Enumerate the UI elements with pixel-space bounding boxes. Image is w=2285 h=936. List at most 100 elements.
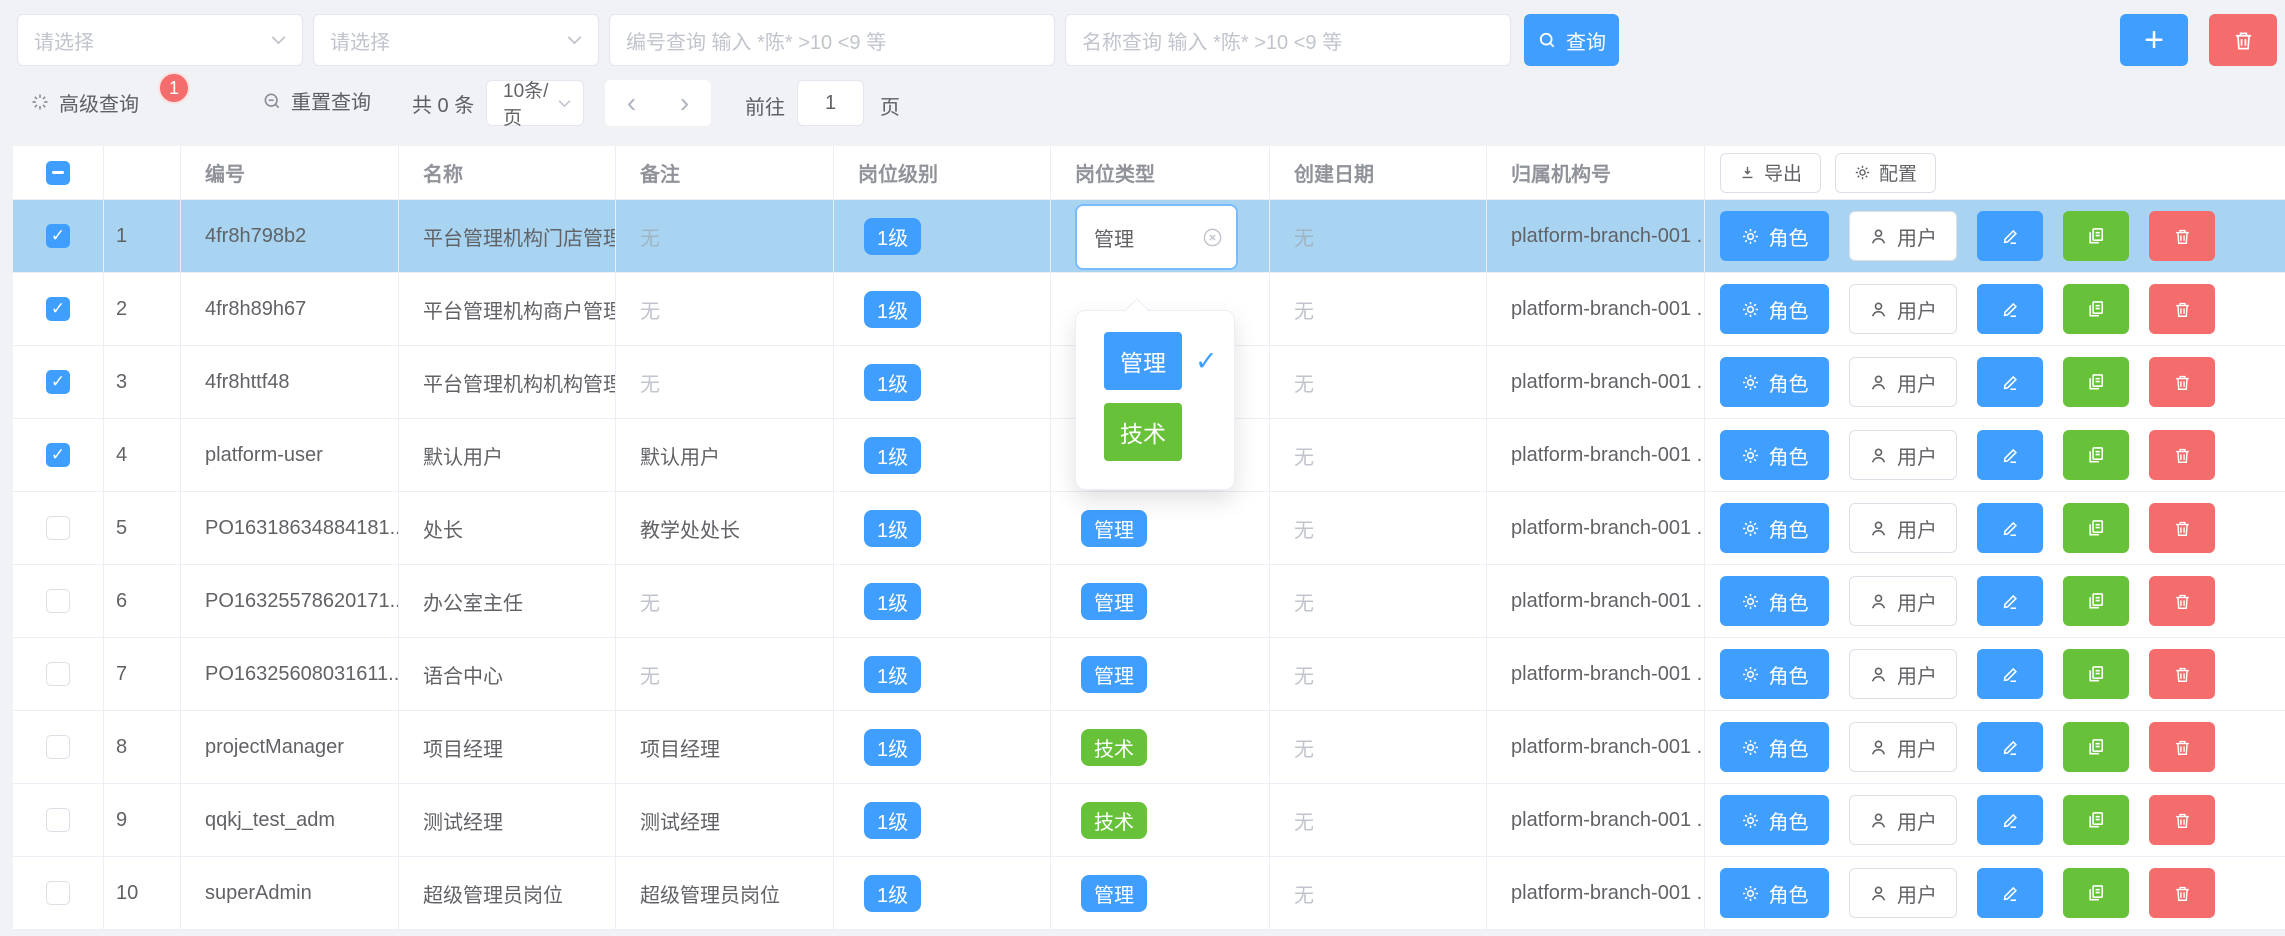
export-button[interactable]: 导出 [1720, 153, 1821, 193]
user-button[interactable]: 用户 [1849, 430, 1957, 480]
row-org: platform-branch-001 ... [1487, 565, 1705, 637]
edit-button[interactable] [1977, 722, 2043, 772]
user-button[interactable]: 用户 [1849, 649, 1957, 699]
user-button[interactable]: 用户 [1849, 357, 1957, 407]
role-button[interactable]: 角色 [1720, 649, 1829, 699]
copy-button[interactable] [2063, 722, 2129, 772]
edit-button[interactable] [1977, 795, 2043, 845]
table-row[interactable]: 10superAdmin超级管理员岗位超级管理员岗位1级管理无platform-… [13, 857, 2285, 930]
level-badge: 1级 [864, 729, 921, 766]
copy-button[interactable] [2063, 795, 2129, 845]
row-org: platform-branch-001 ... [1487, 857, 1705, 929]
delete-selected-button[interactable] [2209, 14, 2277, 66]
delete-button[interactable] [2149, 357, 2215, 407]
delete-button[interactable] [2149, 722, 2215, 772]
copy-button[interactable] [2063, 576, 2129, 626]
copy-button[interactable] [2063, 284, 2129, 334]
goto-page-input[interactable]: 1 [797, 80, 864, 126]
delete-button[interactable] [2149, 430, 2215, 480]
role-button[interactable]: 角色 [1720, 795, 1829, 845]
row-checkbox[interactable] [46, 516, 70, 540]
table-row[interactable]: 6PO16325578620171...办公室主任无1级管理无platform-… [13, 565, 2285, 638]
table-row[interactable]: 7PO16325608031611...语合中心无1级管理无platform-b… [13, 638, 2285, 711]
role-button[interactable]: 角色 [1720, 211, 1829, 261]
table-row[interactable]: 8projectManager项目经理项目经理1级技术无platform-bra… [13, 711, 2285, 784]
filter-select-1[interactable]: 请选择 [17, 14, 303, 66]
row-checkbox[interactable]: ✓ [46, 297, 70, 321]
edit-button[interactable] [1977, 868, 2043, 918]
code-search-input[interactable]: 编号查询 输入 *陈* >10 <9 等 [609, 14, 1055, 66]
edit-button[interactable] [1977, 503, 2043, 553]
row-checkbox[interactable]: ✓ [46, 443, 70, 467]
export-label: 导出 [1764, 159, 1802, 186]
user-button[interactable]: 用户 [1849, 722, 1957, 772]
dropdown-option-manage[interactable]: 管理 ✓ [1076, 332, 1234, 390]
page-size-value: 10条/页 [503, 76, 558, 130]
row-checkbox[interactable] [46, 808, 70, 832]
copy-button[interactable] [2063, 357, 2129, 407]
prev-page-button[interactable]: ‹ [619, 89, 644, 117]
row-index: 9 [104, 784, 181, 856]
role-button[interactable]: 角色 [1720, 722, 1829, 772]
row-checkbox[interactable]: ✓ [46, 370, 70, 394]
user-button[interactable]: 用户 [1849, 503, 1957, 553]
row-checkbox-cell [13, 638, 104, 710]
user-button[interactable]: 用户 [1849, 868, 1957, 918]
filter-select-2[interactable]: 请选择 [313, 14, 599, 66]
copy-button[interactable] [2063, 211, 2129, 261]
copy-icon [2086, 810, 2106, 830]
delete-button[interactable] [2149, 649, 2215, 699]
table-row[interactable]: 5PO16318634884181...处长教学处处长1级管理无platform… [13, 492, 2285, 565]
role-button[interactable]: 角色 [1720, 503, 1829, 553]
delete-button[interactable] [2149, 211, 2215, 261]
user-button[interactable]: 用户 [1849, 795, 1957, 845]
copy-button[interactable] [2063, 430, 2129, 480]
role-button[interactable]: 角色 [1720, 868, 1829, 918]
copy-button[interactable] [2063, 649, 2129, 699]
config-button[interactable]: 配置 [1835, 153, 1936, 193]
delete-button[interactable] [2149, 284, 2215, 334]
role-button[interactable]: 角色 [1720, 430, 1829, 480]
row-checkbox[interactable] [46, 735, 70, 759]
search-button[interactable]: 查询 [1524, 14, 1619, 66]
reset-query-button[interactable]: 重置查询 [262, 86, 371, 115]
type-select[interactable]: 管理 [1075, 204, 1238, 270]
copy-button[interactable] [2063, 868, 2129, 918]
advanced-query-button[interactable]: 高级查询 1 [30, 86, 190, 118]
page-size-select[interactable]: 10条/页 [486, 80, 584, 126]
row-checkbox-cell [13, 565, 104, 637]
edit-button[interactable] [1977, 357, 2043, 407]
user-button[interactable]: 用户 [1849, 284, 1957, 334]
table-row[interactable]: ✓14fr8h798b2平台管理机构门店管理员无1级管理无platform-br… [13, 200, 2285, 273]
user-icon [1869, 738, 1888, 757]
name-search-input[interactable]: 名称查询 输入 *陈* >10 <9 等 [1065, 14, 1511, 66]
delete-button[interactable] [2149, 576, 2215, 626]
dropdown-option-tech[interactable]: 技术 [1076, 403, 1234, 461]
edit-button[interactable] [1977, 576, 2043, 626]
edit-button[interactable] [1977, 284, 2043, 334]
delete-button[interactable] [2149, 503, 2215, 553]
row-checkbox[interactable]: ✓ [46, 224, 70, 248]
table-row[interactable]: 9qqkj_test_adm测试经理测试经理1级技术无platform-bran… [13, 784, 2285, 857]
add-button[interactable]: + [2120, 14, 2188, 66]
copy-button[interactable] [2063, 503, 2129, 553]
role-button[interactable]: 角色 [1720, 576, 1829, 626]
role-button[interactable]: 角色 [1720, 357, 1829, 407]
clear-icon[interactable] [1201, 226, 1224, 249]
user-button[interactable]: 用户 [1849, 211, 1957, 261]
row-checkbox[interactable] [46, 881, 70, 905]
select-all-checkbox[interactable] [46, 161, 70, 185]
row-actions: 角色用户 [1705, 200, 2285, 272]
delete-icon [2173, 300, 2192, 319]
next-page-button[interactable]: › [672, 89, 697, 117]
row-checkbox[interactable] [46, 589, 70, 613]
edit-button[interactable] [1977, 649, 2043, 699]
delete-button[interactable] [2149, 868, 2215, 918]
edit-button[interactable] [1977, 211, 2043, 261]
user-button[interactable]: 用户 [1849, 576, 1957, 626]
role-button[interactable]: 角色 [1720, 284, 1829, 334]
edit-button[interactable] [1977, 430, 2043, 480]
row-checkbox[interactable] [46, 662, 70, 686]
gear-icon [1854, 164, 1871, 181]
delete-button[interactable] [2149, 795, 2215, 845]
